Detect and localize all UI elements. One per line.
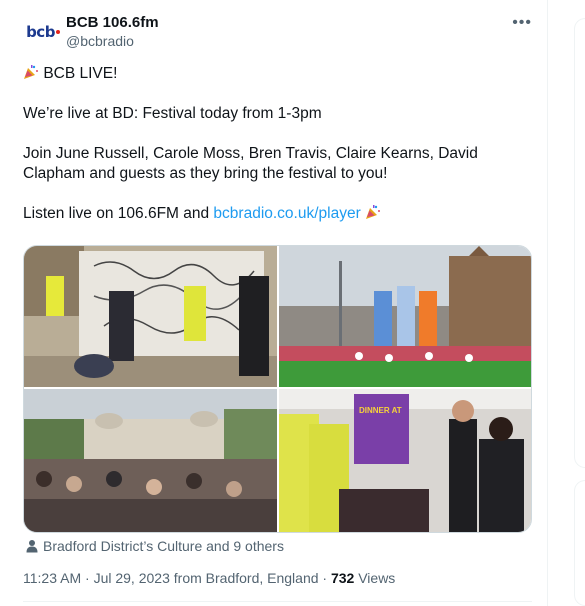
- media-photo-2[interactable]: [279, 246, 531, 387]
- media-photo-1[interactable]: [24, 246, 277, 387]
- divider: [23, 601, 532, 602]
- avatar[interactable]: bcb: [23, 12, 63, 52]
- tagged-people[interactable]: Bradford District’s Culture and 9 others: [25, 538, 284, 554]
- views-count: 732: [330, 570, 355, 586]
- tweet-line-4-prefix: Listen live on 106.6FM and: [23, 205, 214, 222]
- tweet-line-2: We’re live at BD: Festival today from 1-…: [23, 105, 322, 122]
- more-icon[interactable]: •••: [512, 14, 532, 32]
- sign-text: DINNER AT: [359, 406, 402, 415]
- user-handle[interactable]: @bcbradio: [66, 33, 134, 49]
- media-grid: DINNER AT: [23, 245, 532, 533]
- media-photo-3[interactable]: [24, 389, 277, 532]
- player-link[interactable]: bcbradio.co.uk/player: [213, 205, 360, 222]
- tagged-text: Bradford District’s Culture and 9 others: [43, 538, 284, 554]
- tweet-header: bcb BCB 106.6fm @bcbradio •••: [23, 12, 538, 52]
- right-column-edge: [574, 0, 585, 606]
- display-name[interactable]: BCB 106.6fm: [66, 14, 159, 31]
- meta-separator: ·: [85, 570, 90, 586]
- meta-separator: ·: [322, 570, 328, 586]
- tweet-line-1: BCB LIVE!: [23, 64, 528, 84]
- tweet-line-3: Join June Russell, Carole Moss, Bren Tra…: [23, 145, 478, 182]
- party-popper-icon: [366, 205, 381, 219]
- party-popper-icon: [24, 65, 38, 79]
- tweet-meta: 11:23 AM · Jul 29, 2023 from Bradford, E…: [23, 570, 395, 586]
- tweet-line-4: Listen live on 106.6FM and bcbradio.co.u…: [23, 204, 528, 224]
- tweet-text: BCB LIVE! We’re live at BD: Festival tod…: [23, 64, 528, 224]
- tweet-time[interactable]: 11:23 AM: [23, 570, 81, 586]
- person-icon: [26, 540, 38, 553]
- media-photo-4[interactable]: DINNER AT: [279, 389, 531, 532]
- avatar-logo-text: bcb: [26, 23, 55, 41]
- tweet-date[interactable]: Jul 29, 2023: [94, 570, 170, 586]
- logo-dot: [55, 30, 60, 34]
- tweet-location: from Bradford, England: [173, 570, 319, 586]
- tweet-line-1-text: BCB LIVE!: [43, 65, 118, 82]
- views-label: Views: [358, 570, 396, 586]
- sidebar-card: [574, 18, 585, 468]
- tweet-card: bcb BCB 106.6fm @bcbradio ••• BCB LIVE! …: [0, 0, 548, 606]
- sidebar-card: [574, 480, 585, 606]
